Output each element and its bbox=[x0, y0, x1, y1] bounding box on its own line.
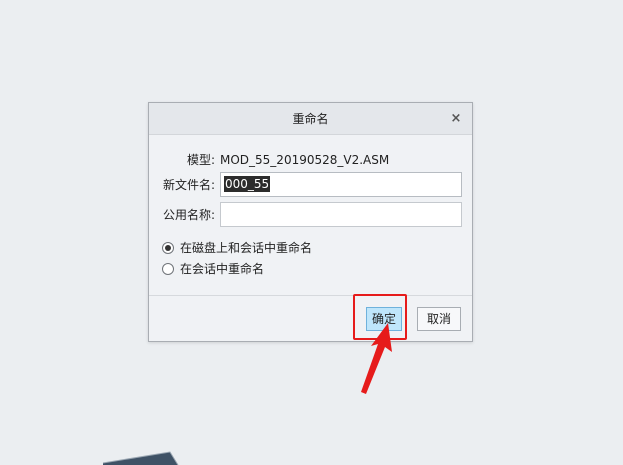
rename-dialog: 重命名 × 模型: MOD_55_20190528_V2.ASM 新文件名: 0… bbox=[148, 102, 473, 342]
new-name-value: 000_55 bbox=[224, 176, 271, 192]
model-label: 模型: bbox=[186, 153, 215, 167]
dialog-titlebar[interactable]: 重命名 × bbox=[149, 103, 472, 135]
new-name-input[interactable]: 000_55 bbox=[220, 172, 462, 197]
radio-rename-session-only[interactable]: 在会话中重命名 bbox=[162, 260, 264, 278]
cancel-button[interactable]: 取消 bbox=[417, 307, 461, 331]
dialog-title: 重命名 bbox=[292, 112, 329, 126]
new-name-label: 新文件名: bbox=[162, 178, 215, 192]
dialog-separator bbox=[149, 295, 472, 296]
common-name-input[interactable] bbox=[220, 202, 462, 227]
highlight-box bbox=[353, 294, 407, 340]
radio-label-disk-and-session: 在磁盘上和会话中重命名 bbox=[180, 241, 313, 255]
close-icon[interactable]: × bbox=[448, 111, 464, 127]
radio-unchecked-icon[interactable] bbox=[162, 263, 174, 275]
radio-checked-icon[interactable] bbox=[162, 242, 174, 254]
radio-rename-disk-and-session[interactable]: 在磁盘上和会话中重命名 bbox=[162, 239, 312, 257]
common-name-label: 公用名称: bbox=[162, 208, 215, 222]
model-value: MOD_55_20190528_V2.ASM bbox=[220, 153, 390, 167]
radio-label-session-only: 在会话中重命名 bbox=[180, 262, 265, 276]
